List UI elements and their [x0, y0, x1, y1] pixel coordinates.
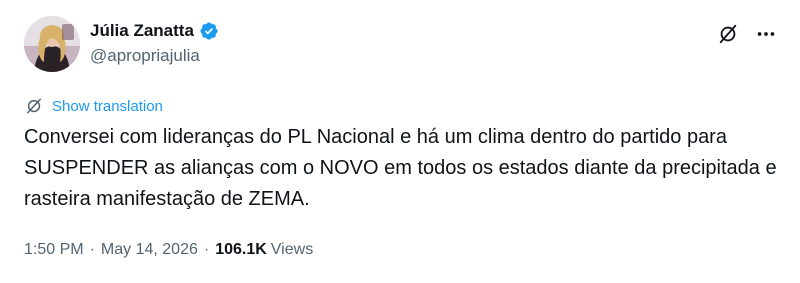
show-translation-link[interactable]: Show translation [24, 96, 163, 116]
tweet-meta: 1:50 PM · May 14, 2026 · 106.1K Views [24, 241, 313, 259]
more-icon[interactable] [754, 22, 778, 46]
top-actions [716, 22, 778, 46]
meta-separator: · [203, 241, 210, 258]
verified-badge-icon[interactable] [199, 21, 219, 41]
meta-separator: · [89, 241, 95, 258]
author-block: Júlia Zanatta @apropriajulia [90, 20, 219, 66]
show-translation-label[interactable]: Show translation [52, 98, 163, 115]
translate-icon [24, 96, 44, 116]
tweet-time[interactable]: 1:50 PM [24, 241, 84, 259]
views-count[interactable]: 106.1K [215, 241, 267, 259]
author-handle[interactable]: @apropriajulia [90, 46, 219, 66]
display-name[interactable]: Júlia Zanatta [90, 21, 194, 41]
name-row: Júlia Zanatta [90, 20, 219, 42]
views-label: Views [270, 241, 314, 258]
avatar[interactable] [24, 16, 80, 72]
tweet-card: Júlia Zanatta @apropriajulia Show transl… [0, 0, 800, 283]
tweet-date[interactable]: May 14, 2026 [101, 241, 198, 259]
tweet-text: Conversei com lideranças do PL Nacional … [24, 126, 777, 210]
grok-icon[interactable] [716, 22, 740, 46]
